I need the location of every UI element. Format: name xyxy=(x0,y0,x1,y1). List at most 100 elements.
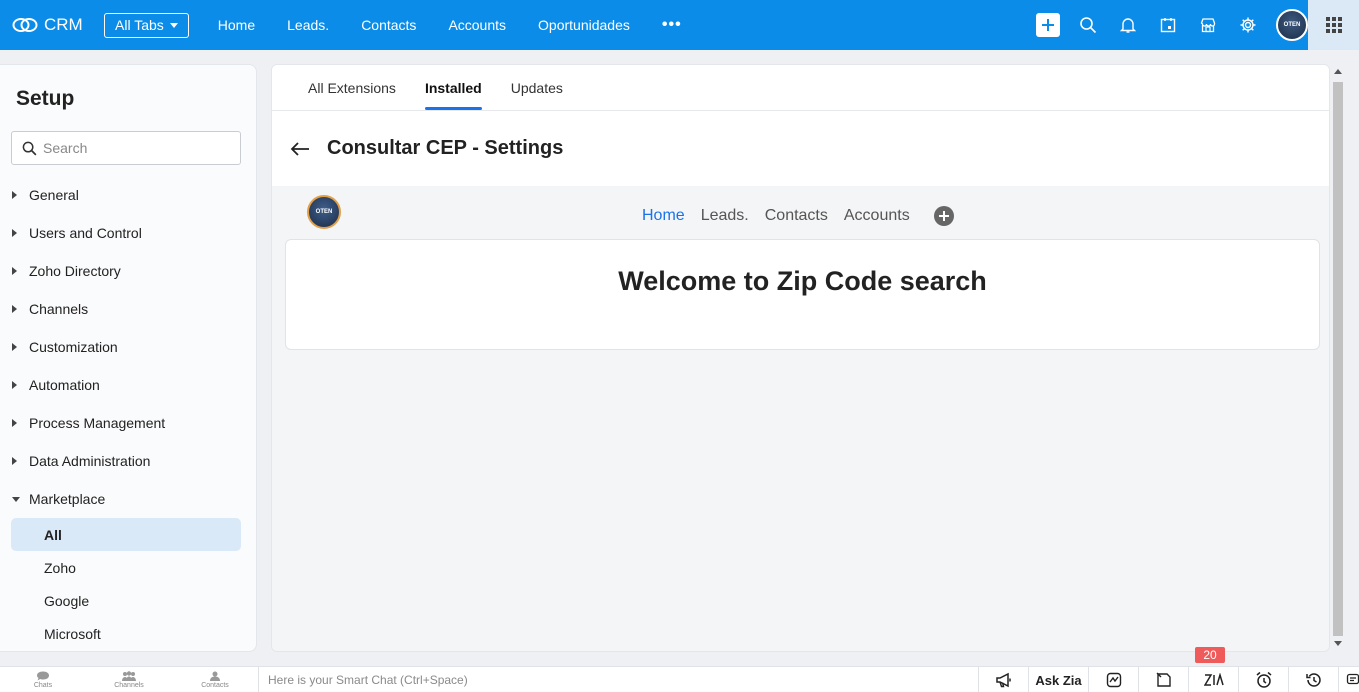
sidebar-item-zoho-directory[interactable]: Zoho Directory xyxy=(0,252,256,290)
tab-all-extensions[interactable]: All Extensions xyxy=(308,80,396,110)
main-nav: Home Leads. Contacts Accounts Oportunida… xyxy=(202,0,698,50)
tab-installed[interactable]: Installed xyxy=(424,80,482,110)
feedback-icon xyxy=(1346,673,1359,685)
search-button[interactable] xyxy=(1068,0,1108,50)
caret-down-icon xyxy=(12,496,20,502)
welcome-heading: Welcome to Zip Code search xyxy=(618,266,987,296)
caret-right-icon xyxy=(12,229,17,237)
caret-right-icon xyxy=(12,457,17,465)
notification-count-badge: 20 xyxy=(1195,647,1225,663)
tab-updates[interactable]: Updates xyxy=(511,80,563,110)
create-button[interactable] xyxy=(1028,0,1068,50)
top-icons: OTEN xyxy=(1028,0,1308,50)
sidebar-subitem-zoho[interactable]: Zoho xyxy=(0,551,256,584)
sidebar-item-label: Channels xyxy=(29,301,89,317)
notifications-button[interactable] xyxy=(1108,0,1148,50)
ext-nav-home[interactable]: Home xyxy=(642,207,685,225)
sidebar-subitem-google[interactable]: Google xyxy=(0,584,256,617)
sidebar-item-label: Zoho Directory xyxy=(29,263,121,279)
top-bar: CRM All Tabs Home Leads. Contacts Accoun… xyxy=(0,0,1359,50)
reminders-button[interactable] xyxy=(1238,667,1288,692)
plus-icon xyxy=(1036,13,1060,37)
sidebar-item-label: General xyxy=(29,187,79,203)
all-tabs-dropdown[interactable]: All Tabs xyxy=(104,12,189,38)
bell-icon xyxy=(1119,18,1137,33)
back-button[interactable] xyxy=(288,137,312,161)
sidebar-subitem-microsoft[interactable]: Microsoft xyxy=(0,617,256,650)
sidebar-item-general[interactable]: General xyxy=(0,176,256,214)
smart-chat[interactable] xyxy=(258,667,978,692)
sidebar-item-data-administration[interactable]: Data Administration xyxy=(0,442,256,480)
notes-button[interactable] xyxy=(1138,667,1188,692)
setup-search-input[interactable] xyxy=(43,140,223,156)
bottom-tools: Ask Zia xyxy=(978,667,1359,692)
welcome-card: Welcome to Zip Code search xyxy=(285,239,1320,350)
nav-contacts[interactable]: Contacts xyxy=(345,0,432,50)
feedback-button[interactable] xyxy=(1338,667,1359,692)
sidebar-item-label: Data Administration xyxy=(29,453,151,469)
bottom-tab-contacts[interactable]: Contacts xyxy=(172,667,258,692)
scrollbar-thumb[interactable] xyxy=(1333,82,1343,636)
search-icon xyxy=(22,141,37,155)
sidebar-item-label: Automation xyxy=(29,377,100,393)
marketplace-button[interactable] xyxy=(1188,0,1228,50)
signals-button[interactable] xyxy=(1088,667,1138,692)
scroll-down-arrow-icon[interactable] xyxy=(1334,641,1342,646)
ext-nav-leads[interactable]: Leads. xyxy=(701,207,749,225)
add-tab-button[interactable] xyxy=(933,206,954,226)
bottom-tab-label: Chats xyxy=(33,682,53,689)
chat-icon xyxy=(37,671,49,681)
main-panel: All Extensions Installed Updates Consult… xyxy=(271,64,1330,652)
megaphone-icon xyxy=(995,672,1011,688)
ext-nav-accounts[interactable]: Accounts xyxy=(844,207,910,225)
nav-oportunidades[interactable]: Oportunidades xyxy=(522,0,646,50)
bottom-bar: Chats Channels Contacts Ask Zia xyxy=(0,666,1359,692)
caret-right-icon xyxy=(12,191,17,199)
sidebar-subitem-all[interactable]: All xyxy=(11,518,241,551)
sidebar-item-users-and-control[interactable]: Users and Control xyxy=(0,214,256,252)
recent-items-button[interactable] xyxy=(1288,667,1338,692)
note-icon xyxy=(1156,672,1171,687)
channels-icon xyxy=(122,671,136,681)
bottom-tab-label: Channels xyxy=(114,682,144,689)
nav-accounts[interactable]: Accounts xyxy=(432,0,522,50)
oten-logo: OTEN xyxy=(307,195,341,229)
setup-title: Setup xyxy=(16,87,75,110)
page-title: Consultar CEP - Settings xyxy=(327,137,564,159)
more-icon[interactable]: ••• xyxy=(646,0,698,50)
plus-icon xyxy=(938,211,949,221)
sidebar-item-automation[interactable]: Automation xyxy=(0,366,256,404)
apps-grid-button[interactable] xyxy=(1308,0,1359,50)
sidebar-item-customization[interactable]: Customization xyxy=(0,328,256,366)
bottom-tab-channels[interactable]: Channels xyxy=(86,667,172,692)
nav-home[interactable]: Home xyxy=(202,0,271,50)
extensions-tabs: All Extensions Installed Updates xyxy=(272,65,1329,111)
ask-zia-button[interactable]: Ask Zia xyxy=(1028,667,1088,692)
chevron-down-icon xyxy=(169,22,178,28)
setup-menu: General Users and Control Zoho Directory… xyxy=(0,176,256,650)
sidebar-item-channels[interactable]: Channels xyxy=(0,290,256,328)
bottom-tab-chats[interactable]: Chats xyxy=(0,667,86,692)
sidebar-item-marketplace[interactable]: Marketplace xyxy=(0,480,256,518)
history-icon xyxy=(1305,673,1321,687)
nav-leads[interactable]: Leads. xyxy=(271,0,345,50)
sidebar-item-label: Marketplace xyxy=(29,491,106,507)
extension-frame: OTEN Home Leads. Contacts Accounts Welco… xyxy=(272,186,1329,651)
marketplace-submenu: All Zoho Google Microsoft xyxy=(0,518,256,650)
sidebar-item-label: Process Management xyxy=(29,415,166,431)
sidebar-item-process-management[interactable]: Process Management xyxy=(0,404,256,442)
gear-icon xyxy=(1240,17,1256,33)
user-avatar[interactable]: OTEN xyxy=(1276,9,1308,41)
signals-icon xyxy=(1106,672,1121,688)
setup-search[interactable] xyxy=(11,131,241,165)
settings-button[interactable] xyxy=(1228,0,1268,50)
crm-brand[interactable]: CRM xyxy=(0,15,96,35)
calendar-button[interactable] xyxy=(1148,0,1188,50)
contact-icon xyxy=(210,671,220,681)
zia-button[interactable] xyxy=(1188,667,1238,692)
caret-right-icon xyxy=(12,419,17,427)
ext-nav-contacts[interactable]: Contacts xyxy=(765,207,828,225)
smart-chat-input[interactable] xyxy=(268,673,668,687)
scroll-up-arrow-icon[interactable] xyxy=(1334,69,1342,74)
announcements-button[interactable] xyxy=(978,667,1028,692)
